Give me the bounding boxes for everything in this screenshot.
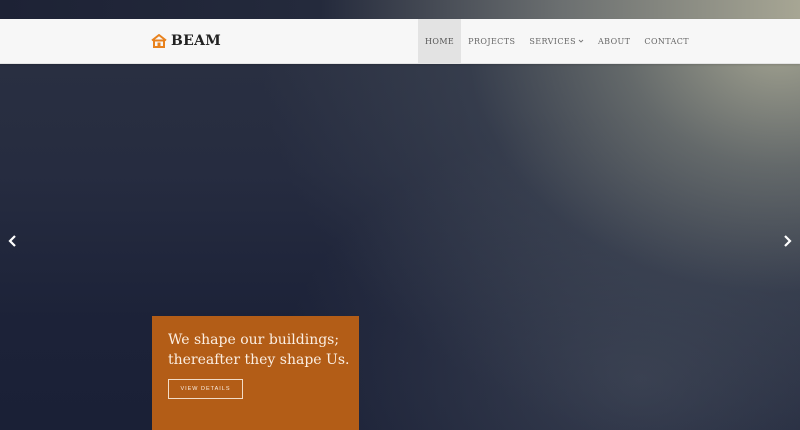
nav-item-services[interactable]: SERVICES — [522, 19, 591, 63]
nav-item-label: CONTACT — [644, 36, 690, 46]
nav-item-label: HOME — [425, 36, 455, 46]
chevron-left-icon — [8, 235, 16, 247]
chevron-right-icon — [784, 235, 792, 247]
brand-name: BEAM — [171, 33, 222, 49]
nav-item-label: SERVICES — [529, 36, 576, 46]
hero-caption: We shape our buildings; thereafter they … — [168, 332, 350, 368]
house-icon — [151, 34, 167, 48]
nav-item-label: ABOUT — [597, 36, 631, 46]
brand-logo-link[interactable]: BEAM — [151, 32, 221, 50]
hero-top-strip — [0, 0, 800, 19]
view-details-button[interactable]: VIEW DETAILS — [168, 379, 243, 399]
slider-next-button[interactable] — [780, 233, 794, 249]
navbar: BEAM HOME PROJECTS SERVICES ABOUT CONTAC… — [0, 19, 800, 64]
nav-item-label: PROJECTS — [468, 36, 516, 46]
slider-prev-button[interactable] — [6, 233, 20, 249]
hero-caption-box: We shape our buildings; thereafter they … — [152, 316, 359, 430]
nav-item-contact[interactable]: CONTACT — [637, 19, 696, 63]
chevron-down-icon — [578, 39, 584, 43]
main-nav: HOME PROJECTS SERVICES ABOUT CONTACT — [418, 19, 696, 63]
nav-item-projects[interactable]: PROJECTS — [461, 19, 522, 63]
nav-item-about[interactable]: ABOUT — [591, 19, 637, 63]
nav-item-home[interactable]: HOME — [418, 19, 462, 63]
page: BEAM HOME PROJECTS SERVICES ABOUT CONTAC… — [0, 0, 800, 430]
